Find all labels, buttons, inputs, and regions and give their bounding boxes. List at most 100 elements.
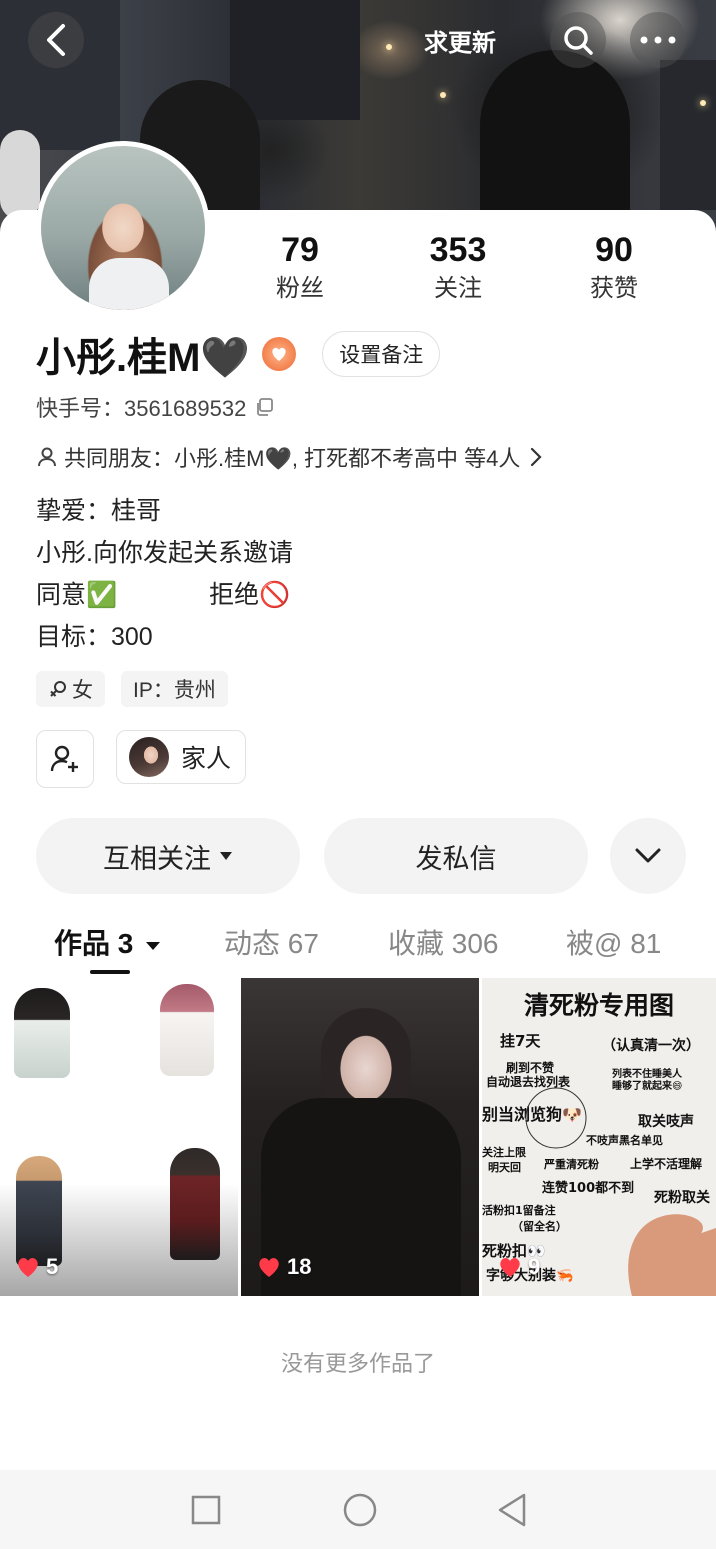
- name-row: 小彤.桂M🖤 设置备注: [36, 328, 441, 380]
- chevron-down-icon: [635, 848, 661, 863]
- system-back-button[interactable]: [492, 1490, 532, 1530]
- svg-text:取关吱声: 取关吱声: [638, 1113, 694, 1130]
- stat-value: 90: [595, 231, 633, 269]
- mutual-follow-label: 互相关注: [103, 843, 211, 874]
- back-arrow-icon: [47, 24, 65, 56]
- work-likes: 5: [16, 1254, 58, 1280]
- works-grid: 5 18 清死粉专用图 挂7天 （认真清一次） 刷到不赞 自动退去找列表 列表不…: [0, 978, 716, 1298]
- svg-text:刷到不赞: 刷到不赞: [506, 1060, 554, 1075]
- expand-button[interactable]: [610, 818, 686, 894]
- svg-text:自动退去找列表: 自动退去找列表: [486, 1074, 571, 1089]
- tag-row: 女 IP：贵州: [36, 671, 228, 707]
- svg-text:别当浏览狗🐶: 别当浏览狗🐶: [482, 1105, 582, 1124]
- family-label: 家人: [181, 745, 232, 773]
- svg-text:关注上限: 关注上限: [482, 1145, 526, 1159]
- add-person-icon: [50, 745, 78, 772]
- action-buttons: 互相关注 发私信: [36, 818, 686, 894]
- svg-text:活粉扣1留备注: 活粉扣1留备注: [482, 1203, 556, 1217]
- stat-label: 粉丝: [276, 275, 324, 302]
- stat-fans[interactable]: 79 粉丝: [240, 228, 360, 306]
- mutual-follow-button[interactable]: 互相关注: [36, 818, 300, 894]
- svg-text:连赞100都不到: 连赞100都不到: [542, 1180, 634, 1196]
- svg-text:（留全名）: （留全名）: [512, 1219, 567, 1233]
- work-likes: 9: [498, 1254, 540, 1280]
- ip-tag: IP：贵州: [121, 671, 228, 707]
- svg-text:严重清死粉: 严重清死粉: [543, 1157, 599, 1171]
- bio-line: 小彤.向你发起关系邀请: [36, 539, 293, 567]
- stat-following[interactable]: 353 关注: [398, 228, 518, 306]
- bio-line: 挚爱：桂哥: [36, 497, 162, 525]
- circle-icon: [343, 1493, 377, 1527]
- add-friend-button[interactable]: [36, 730, 94, 788]
- bio: 挚爱：桂哥 小彤.向你发起关系邀请 同意✅ 拒绝🚫 目标：300: [36, 490, 293, 658]
- tab-moments[interactable]: 动态 67: [224, 922, 319, 962]
- search-button[interactable]: [550, 12, 606, 68]
- stats-row: 79 粉丝 353 关注 90 获赞: [0, 228, 716, 318]
- svg-text:挂7天: 挂7天: [500, 1032, 541, 1050]
- stat-label: 关注: [434, 275, 482, 302]
- mutual-friends-row[interactable]: 共同朋友：小彤.桂M🖤, 打死都不考高中 等4人: [36, 440, 542, 474]
- gender-text: 女: [72, 679, 93, 702]
- svg-text:死粉取关: 死粉取关: [653, 1189, 710, 1206]
- like-count: 9: [528, 1254, 541, 1279]
- mutual-friends-text: 共同朋友：小彤.桂M🖤, 打死都不考高中 等4人: [64, 446, 521, 471]
- kuaishou-id: 快手号：3561689532: [36, 396, 247, 421]
- caret-down-icon: [220, 852, 232, 860]
- poster-graphic: 清死粉专用图 挂7天 （认真清一次） 刷到不赞 自动退去找列表 列表不住睡美人 …: [482, 991, 716, 1296]
- set-remark-button[interactable]: 设置备注: [322, 331, 441, 377]
- tab-favorites[interactable]: 收藏 306: [388, 922, 499, 962]
- square-icon: [191, 1495, 221, 1525]
- stat-likes[interactable]: 90 获赞: [554, 228, 674, 306]
- chevron-right-icon: [531, 447, 542, 467]
- bio-reject: 拒绝🚫: [209, 581, 291, 609]
- stat-value: 353: [429, 231, 487, 269]
- tab-indicator: [90, 970, 130, 974]
- like-count: 5: [46, 1254, 59, 1279]
- bio-line-choice: 同意✅ 拒绝🚫: [36, 574, 293, 616]
- search-icon: [564, 26, 593, 55]
- bio-agree: 同意✅: [36, 581, 118, 609]
- caret-down-icon: [146, 941, 161, 950]
- family-avatar: [129, 737, 169, 777]
- stat-label: 获赞: [590, 275, 638, 302]
- more-icon: [640, 36, 676, 44]
- gender-tag: 女: [36, 671, 105, 707]
- kuaishou-id-row: 快手号：3561689532: [36, 390, 274, 424]
- female-icon: [50, 681, 66, 697]
- triangle-back-icon: [498, 1493, 526, 1527]
- poster-title: 清死粉专用图: [524, 991, 674, 1020]
- family-relation[interactable]: 家人: [116, 730, 247, 784]
- svg-text:列表不住睡美人: 列表不住睡美人: [612, 1067, 683, 1080]
- tab-mentions[interactable]: 被@ 81: [566, 922, 661, 962]
- system-nav-bar: [0, 1470, 716, 1549]
- svg-text:不吱声黑名单见: 不吱声黑名单见: [586, 1133, 663, 1147]
- heart-icon: [500, 1258, 520, 1277]
- svg-text:（认真清一次）: （认真清一次）: [602, 1037, 700, 1054]
- svg-text:明天回: 明天回: [488, 1160, 521, 1174]
- tab-label: 作品 3: [54, 928, 134, 959]
- level-badge-icon[interactable]: [262, 337, 297, 371]
- profile-name: 小彤.桂M🖤: [36, 336, 251, 380]
- work-item[interactable]: 5: [0, 978, 238, 1296]
- svg-text:上学不活理解: 上学不活理解: [630, 1156, 702, 1171]
- no-more-works-text: 没有更多作品了: [280, 1351, 435, 1376]
- relations-row: 家人: [36, 730, 247, 788]
- bio-line: 目标：300: [36, 623, 153, 651]
- more-button[interactable]: [630, 12, 686, 68]
- heart-icon: [259, 1258, 279, 1277]
- back-button[interactable]: [28, 12, 84, 68]
- stat-value: 79: [281, 231, 319, 269]
- recent-apps-button[interactable]: [186, 1490, 226, 1530]
- send-message-label: 发私信: [415, 843, 497, 874]
- request-update-button[interactable]: 求更新: [400, 14, 520, 66]
- home-button[interactable]: [340, 1490, 380, 1530]
- like-count: 18: [287, 1254, 312, 1279]
- copy-icon[interactable]: [254, 397, 274, 417]
- tab-works[interactable]: 作品 3: [54, 922, 161, 962]
- heart-icon: [18, 1258, 38, 1277]
- content-tabs: 作品 3 动态 67 收藏 306 被@ 81: [0, 912, 716, 976]
- person-icon: [38, 447, 56, 467]
- work-item[interactable]: 18: [241, 978, 479, 1296]
- send-message-button[interactable]: 发私信: [324, 818, 588, 894]
- work-item[interactable]: 清死粉专用图 挂7天 （认真清一次） 刷到不赞 自动退去找列表 列表不住睡美人 …: [482, 978, 716, 1296]
